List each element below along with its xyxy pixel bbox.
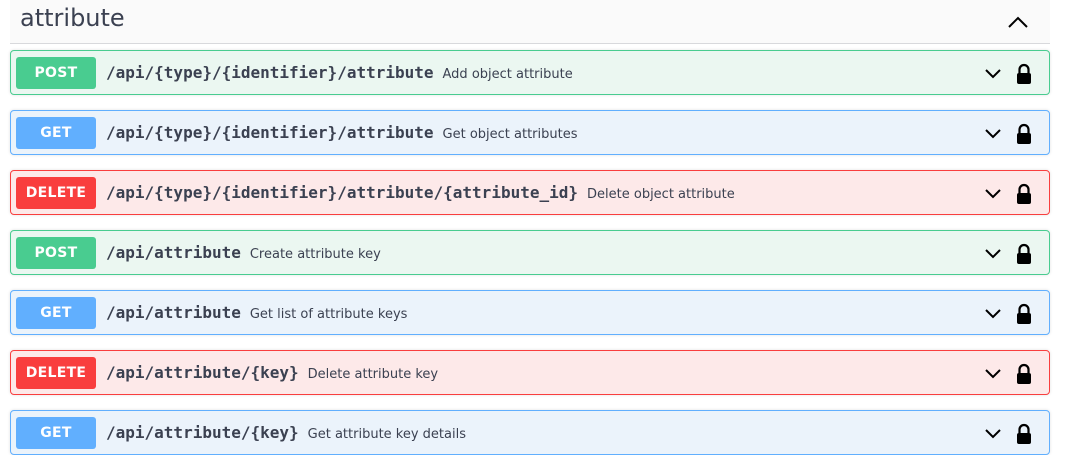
lock-icon[interactable]	[1015, 123, 1033, 145]
operation-post-attribute-key[interactable]: POST /api/attribute Create attribute key	[10, 230, 1050, 275]
operation-path: /api/{type}/{identifier}/attribute Get ob…	[106, 123, 578, 142]
lock-icon[interactable]	[1015, 423, 1033, 445]
method-badge: DELETE	[16, 177, 96, 209]
chevron-down-icon[interactable]	[983, 306, 1003, 322]
operation-get-attribute-key-details[interactable]: GET /api/attribute/{key} Get attribute ke…	[10, 410, 1050, 455]
chevron-down-icon[interactable]	[983, 246, 1003, 262]
method-badge: GET	[16, 417, 96, 449]
operation-path-text: /api/attribute	[106, 303, 241, 322]
operation-path-text: /api/{type}/{identifier}/attribute	[106, 123, 434, 142]
operation-path: /api/attribute/{key} Delete attribute key	[106, 363, 438, 382]
operation-path-text: /api/{type}/{identifier}/attribute/{attr…	[106, 183, 579, 202]
lock-icon[interactable]	[1015, 243, 1033, 265]
method-badge: POST	[16, 57, 96, 89]
operation-summary: Delete attribute key	[307, 367, 439, 382]
operation-post-object-attribute[interactable]: POST /api/{type}/{identifier}/attribute A…	[10, 50, 1050, 95]
chevron-down-icon[interactable]	[983, 366, 1003, 382]
method-badge: DELETE	[16, 357, 96, 389]
chevron-down-icon[interactable]	[983, 66, 1003, 82]
operation-path: /api/{type}/{identifier}/attribute/{attr…	[106, 183, 735, 202]
operation-path-text: /api/attribute/{key}	[106, 423, 299, 442]
operation-get-attribute-keys[interactable]: GET /api/attribute Get list of attribute …	[10, 290, 1050, 335]
section-title: attribute	[20, 4, 125, 32]
lock-icon[interactable]	[1015, 363, 1033, 385]
operation-summary: Delete object attribute	[587, 187, 735, 202]
chevron-up-icon[interactable]	[1006, 12, 1030, 32]
method-badge: GET	[16, 297, 96, 329]
operation-path: /api/attribute Create attribute key	[106, 243, 381, 262]
lock-icon[interactable]	[1015, 183, 1033, 205]
operation-path-text: /api/{type}/{identifier}/attribute	[106, 63, 434, 82]
operation-path: /api/attribute Get list of attribute keys	[106, 303, 407, 322]
operation-path: /api/{type}/{identifier}/attribute Add ob…	[106, 63, 573, 82]
chevron-down-icon[interactable]	[983, 126, 1003, 142]
operation-delete-attribute-key[interactable]: DELETE /api/attribute/{key} Delete attrib…	[10, 350, 1050, 395]
lock-icon[interactable]	[1015, 303, 1033, 325]
operation-path: /api/attribute/{key} Get attribute key de…	[106, 423, 466, 442]
operation-summary: Get object attributes	[442, 127, 578, 142]
operation-get-object-attributes[interactable]: GET /api/{type}/{identifier}/attribute Ge…	[10, 110, 1050, 155]
method-badge: POST	[16, 237, 96, 269]
lock-icon[interactable]	[1015, 63, 1033, 85]
operation-summary: Create attribute key	[249, 247, 381, 262]
chevron-down-icon[interactable]	[983, 426, 1003, 442]
operation-summary: Add object attribute	[442, 67, 573, 82]
section-header-attribute[interactable]: attribute	[10, 0, 1050, 44]
operation-path-text: /api/attribute/{key}	[106, 363, 299, 382]
method-badge: GET	[16, 117, 96, 149]
chevron-down-icon[interactable]	[983, 186, 1003, 202]
operation-delete-object-attribute[interactable]: DELETE /api/{type}/{identifier}/attribut…	[10, 170, 1050, 215]
operation-summary: Get list of attribute keys	[249, 307, 408, 322]
operation-path-text: /api/attribute	[106, 243, 241, 262]
